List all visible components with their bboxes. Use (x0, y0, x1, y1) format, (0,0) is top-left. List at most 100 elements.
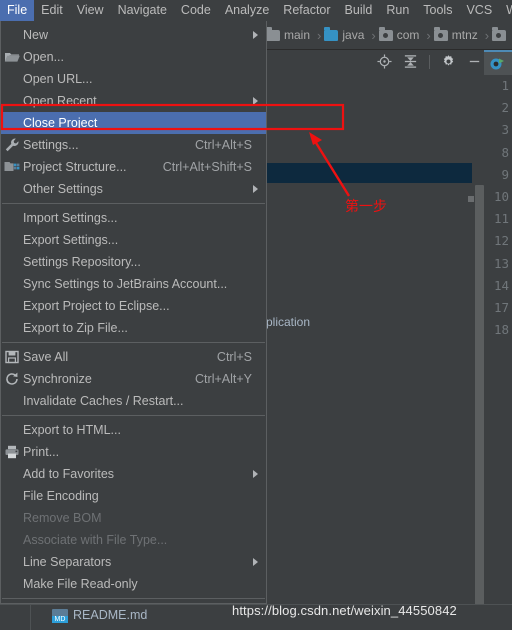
menu-item-open[interactable]: Open... (1, 46, 266, 68)
main-menu-bar: File Edit View Navigate Code Analyze Refactor B… (0, 0, 512, 21)
menu-item-shortcut: Ctrl+Alt+S (195, 138, 252, 152)
breadcrumb-label: mtnz (451, 28, 478, 42)
menu-item-file-encoding[interactable]: File Encoding (1, 485, 266, 507)
tree-item-readme[interactable]: MD README.md (52, 608, 147, 623)
line-number: 1 (501, 78, 509, 93)
idea-window: main › java › com › mtnz › plication 1 2… (0, 0, 512, 630)
folder-open-icon (4, 49, 20, 65)
menubar-item-win[interactable]: Win (499, 0, 512, 21)
menu-item-label: Export Settings... (23, 233, 119, 247)
menu-item-shortcut: Ctrl+Alt+Shift+S (162, 160, 252, 174)
menu-item-sync-settings-to-jetbrains-account[interactable]: Sync Settings to JetBrains Account... (1, 273, 266, 295)
line-number: 14 (493, 277, 509, 293)
menu-item-add-to-favorites[interactable]: Add to Favorites (1, 463, 266, 485)
menu-item-print[interactable]: Print... (1, 441, 266, 463)
menu-item-open-url[interactable]: Open URL... (1, 68, 266, 90)
menu-item-line-separators[interactable]: Line Separators (1, 551, 266, 573)
line-number: 17 (493, 299, 509, 315)
line-number: 2 (501, 100, 509, 116)
menubar-item-refactor[interactable]: Refactor (276, 0, 337, 21)
menubar-item-build[interactable]: Build (338, 0, 380, 21)
menubar-item-analyze[interactable]: Analyze (218, 0, 276, 21)
menu-separator (2, 598, 265, 599)
locate-icon[interactable] (377, 54, 392, 69)
menu-item-label: Export to Zip File... (23, 321, 128, 335)
minimize-icon[interactable] (467, 54, 482, 69)
selected-tree-row[interactable] (266, 163, 484, 183)
menu-separator (2, 415, 265, 416)
line-number: 8 (501, 144, 509, 160)
run-debug-tab[interactable] (484, 50, 512, 75)
menu-item-label: Add to Favorites (23, 467, 115, 481)
source-folder-icon (433, 26, 448, 41)
toolbar-divider (429, 54, 430, 69)
menu-item-label: Import Settings... (23, 211, 118, 225)
breadcrumb-item-main[interactable]: main (266, 26, 314, 42)
chevron-right-icon (253, 558, 258, 566)
print-icon (4, 444, 20, 460)
source-folder-icon (378, 26, 393, 41)
chevron-right-icon (253, 31, 258, 39)
menu-item-label: Other Settings (23, 182, 103, 196)
menu-item-close-project[interactable]: Close Project (1, 112, 266, 134)
line-number: 12 (493, 233, 509, 249)
breadcrumb-separator: › (426, 27, 431, 43)
menubar-item-navigate[interactable]: Navigate (111, 0, 174, 21)
menu-item-settings[interactable]: Settings... Ctrl+Alt+S (1, 134, 266, 156)
markdown-badge-label: MD (52, 615, 68, 623)
menu-item-label: Open... (23, 50, 64, 64)
file-menu-dropdown: New Open... Open URL... Open Recent Close Pr… (0, 21, 267, 628)
menubar-item-code[interactable]: Code (174, 0, 218, 21)
menu-item-open-recent[interactable]: Open Recent (1, 90, 266, 112)
menu-item-associate-with-file-type: Associate with File Type... (1, 529, 266, 551)
project-toolbar (266, 49, 512, 75)
menu-item-settings-repository[interactable]: Settings Repository... (1, 251, 266, 273)
breadcrumb-label: com (396, 28, 420, 42)
breadcrumb-separator: › (371, 27, 376, 43)
gear-icon[interactable] (441, 54, 456, 69)
watermark-url: https://blog.csdn.net/weixin_44550842 (232, 603, 457, 618)
menu-item-save-all[interactable]: Save All Ctrl+S (1, 346, 266, 368)
menu-item-label: Settings Repository... (23, 255, 141, 269)
collapse-all-icon[interactable] (403, 54, 418, 69)
menubar-item-run[interactable]: Run (379, 0, 416, 21)
menu-item-make-file-read-only[interactable]: Make File Read-only (1, 573, 266, 595)
menu-item-invalidate-caches-restart[interactable]: Invalidate Caches / Restart... (1, 390, 266, 412)
line-number: 18 (493, 322, 509, 338)
menu-item-shortcut: Ctrl+Alt+Y (195, 372, 252, 386)
menu-item-export-to-html[interactable]: Export to HTML... (1, 419, 266, 441)
breadcrumb-separator: › (317, 27, 322, 43)
breadcrumb: main › java › com › mtnz › (266, 22, 512, 48)
breadcrumb-item-mtnz[interactable]: mtnz (433, 26, 482, 42)
menu-item-label: Make File Read-only (23, 577, 138, 591)
menu-item-export-project-to-eclipse[interactable]: Export Project to Eclipse... (1, 295, 266, 317)
breadcrumb-item-com[interactable]: com (378, 26, 424, 42)
menu-separator (2, 342, 265, 343)
line-number: 9 (501, 166, 509, 182)
menubar-item-file[interactable]: File (0, 0, 35, 21)
vertical-scrollbar[interactable] (475, 185, 484, 615)
fold-marker[interactable] (468, 196, 474, 202)
menubar-item-edit[interactable]: Edit (34, 0, 70, 21)
menu-item-new[interactable]: New (1, 24, 266, 46)
menubar-item-view[interactable]: View (70, 0, 111, 21)
menu-item-export-settings[interactable]: Export Settings... (1, 229, 266, 251)
tree-indent-guide (30, 604, 31, 630)
menu-item-import-settings[interactable]: Import Settings... (1, 207, 266, 229)
breadcrumb-item-java[interactable]: java (324, 26, 368, 42)
menu-item-export-to-zip-file[interactable]: Export to Zip File... (1, 317, 266, 339)
menu-item-label: Export to HTML... (23, 423, 121, 437)
annotation-step-label: 第一步 (345, 199, 387, 215)
breadcrumb-label: java (342, 28, 365, 42)
partial-file-label: plication (266, 315, 311, 329)
menu-item-label: Associate with File Type... (23, 533, 168, 547)
menu-item-synchronize[interactable]: Synchronize Ctrl+Alt+Y (1, 368, 266, 390)
menu-item-other-settings[interactable]: Other Settings (1, 178, 266, 200)
menubar-item-vcs[interactable]: VCS (459, 0, 499, 21)
menu-item-project-structure[interactable]: Project Structure... Ctrl+Alt+Shift+S (1, 156, 266, 178)
breadcrumb-label: main (284, 28, 311, 42)
chevron-right-icon (253, 470, 258, 478)
menu-item-label: Invalidate Caches / Restart... (23, 394, 184, 408)
line-number: 11 (493, 211, 509, 227)
menubar-item-tools[interactable]: Tools (416, 0, 459, 21)
